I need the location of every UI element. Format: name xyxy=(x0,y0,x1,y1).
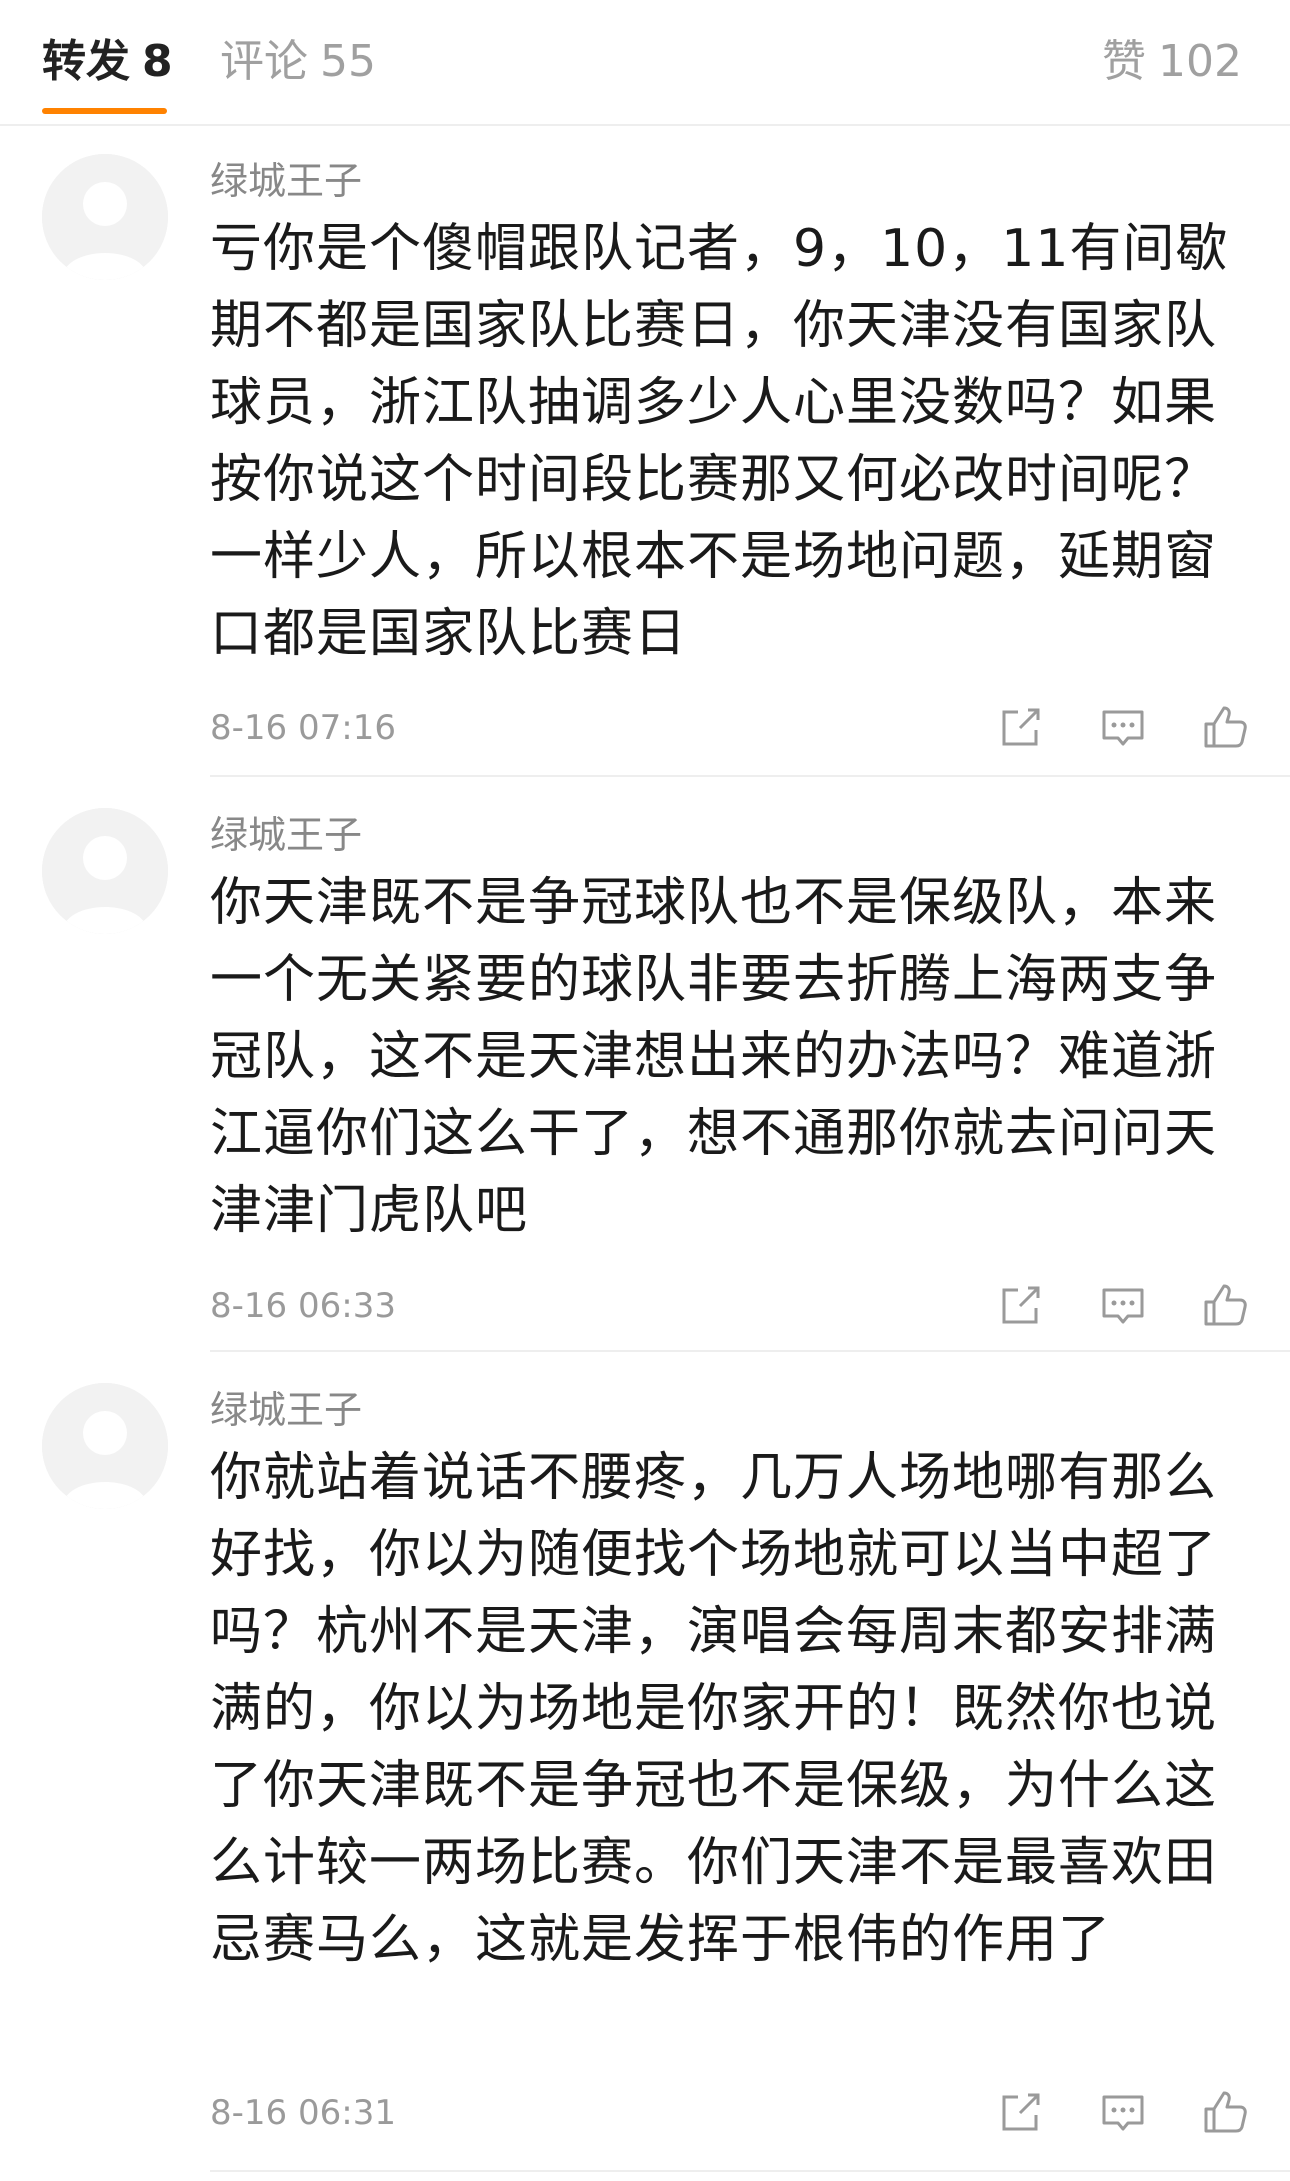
repost-button[interactable] xyxy=(996,2087,1046,2137)
reply-button[interactable] xyxy=(1098,1280,1148,1330)
repost-icon xyxy=(1002,2093,1040,2131)
default-avatar-icon xyxy=(42,1383,168,1509)
repost-button[interactable] xyxy=(996,702,1046,752)
comment-divider xyxy=(210,775,1290,777)
tab-comments-label: 评论 xyxy=(220,36,308,87)
repost-icon xyxy=(1002,708,1040,746)
active-tab-indicator xyxy=(42,108,167,114)
like-button[interactable] xyxy=(1200,2087,1250,2137)
comment-meta: 8-16 07:16 xyxy=(210,702,1250,762)
avatar[interactable] xyxy=(42,808,168,934)
default-avatar-icon xyxy=(42,808,168,934)
comment-meta: 8-16 06:31 xyxy=(210,2087,1250,2147)
avatar[interactable] xyxy=(42,1383,168,1509)
like-icon xyxy=(1204,1284,1247,1326)
comment-item: 绿城王子 你天津既不是争冠球队也不是保级队，本来一个无关紧要的球队非要去折腾上海… xyxy=(0,780,1290,1340)
reply-icon xyxy=(1102,2095,1144,2131)
comment-meta: 8-16 06:33 xyxy=(210,1280,1250,1340)
avatar[interactable] xyxy=(42,154,168,280)
repost-icon xyxy=(1002,1286,1040,1324)
comment-actions xyxy=(996,1280,1250,1330)
comment-divider xyxy=(210,1350,1290,1352)
comment-username[interactable]: 绿城王子 xyxy=(210,1385,362,1435)
reply-icon xyxy=(1102,710,1144,746)
reply-button[interactable] xyxy=(1098,2087,1148,2137)
tab-repost[interactable]: 转发 8 xyxy=(42,34,173,90)
like-icon xyxy=(1204,706,1247,748)
comment-time: 8-16 06:31 xyxy=(210,2093,396,2133)
tab-repost-count: 8 xyxy=(142,36,173,87)
repost-button[interactable] xyxy=(996,1280,1046,1330)
like-button[interactable] xyxy=(1200,1280,1250,1330)
comment-text: 亏你是个傻帽跟队记者，9，10，11有间歇期不都是国家队比赛日，你天津没有国家队… xyxy=(210,219,1229,664)
like-icon xyxy=(1204,2091,1247,2133)
tab-repost-label: 转发 xyxy=(42,36,130,87)
comment-time: 8-16 06:33 xyxy=(210,1286,396,1326)
tab-bar: 转发 8 评论 55 赞 102 xyxy=(0,0,1290,126)
comment-text: 你天津既不是争冠球队也不是保级队，本来一个无关紧要的球队非要去折腾上海两支争冠队… xyxy=(210,873,1218,1241)
default-avatar-icon xyxy=(42,154,168,280)
tab-comments[interactable]: 评论 55 xyxy=(220,34,376,90)
tab-comments-count: 55 xyxy=(320,36,376,87)
comment-item: 绿城王子 你就站着说话不腰疼，几万人场地哪有那么好找，你以为随便找个场地就可以当… xyxy=(0,1355,1290,2145)
reply-icon xyxy=(1102,1288,1144,1324)
tab-likes-count: 102 xyxy=(1158,36,1242,87)
tab-likes-label: 赞 xyxy=(1102,36,1147,87)
comment-text: 你就站着说话不腰疼，几万人场地哪有那么好找，你以为随便找个场地就可以当中超了吗？… xyxy=(210,1448,1218,1970)
comment-time: 8-16 07:16 xyxy=(210,708,396,748)
comment-divider xyxy=(210,2170,1290,2172)
comment-username[interactable]: 绿城王子 xyxy=(210,810,362,860)
reply-button[interactable] xyxy=(1098,702,1148,752)
like-button[interactable] xyxy=(1200,702,1250,752)
comment-username[interactable]: 绿城王子 xyxy=(210,156,362,206)
tab-likes[interactable]: 赞 102 xyxy=(1102,34,1242,90)
comment-item: 绿城王子 亏你是个傻帽跟队记者，9，10，11有间歇期不都是国家队比赛日，你天津… xyxy=(0,126,1290,766)
comment-actions xyxy=(996,702,1250,752)
comment-actions xyxy=(996,2087,1250,2137)
